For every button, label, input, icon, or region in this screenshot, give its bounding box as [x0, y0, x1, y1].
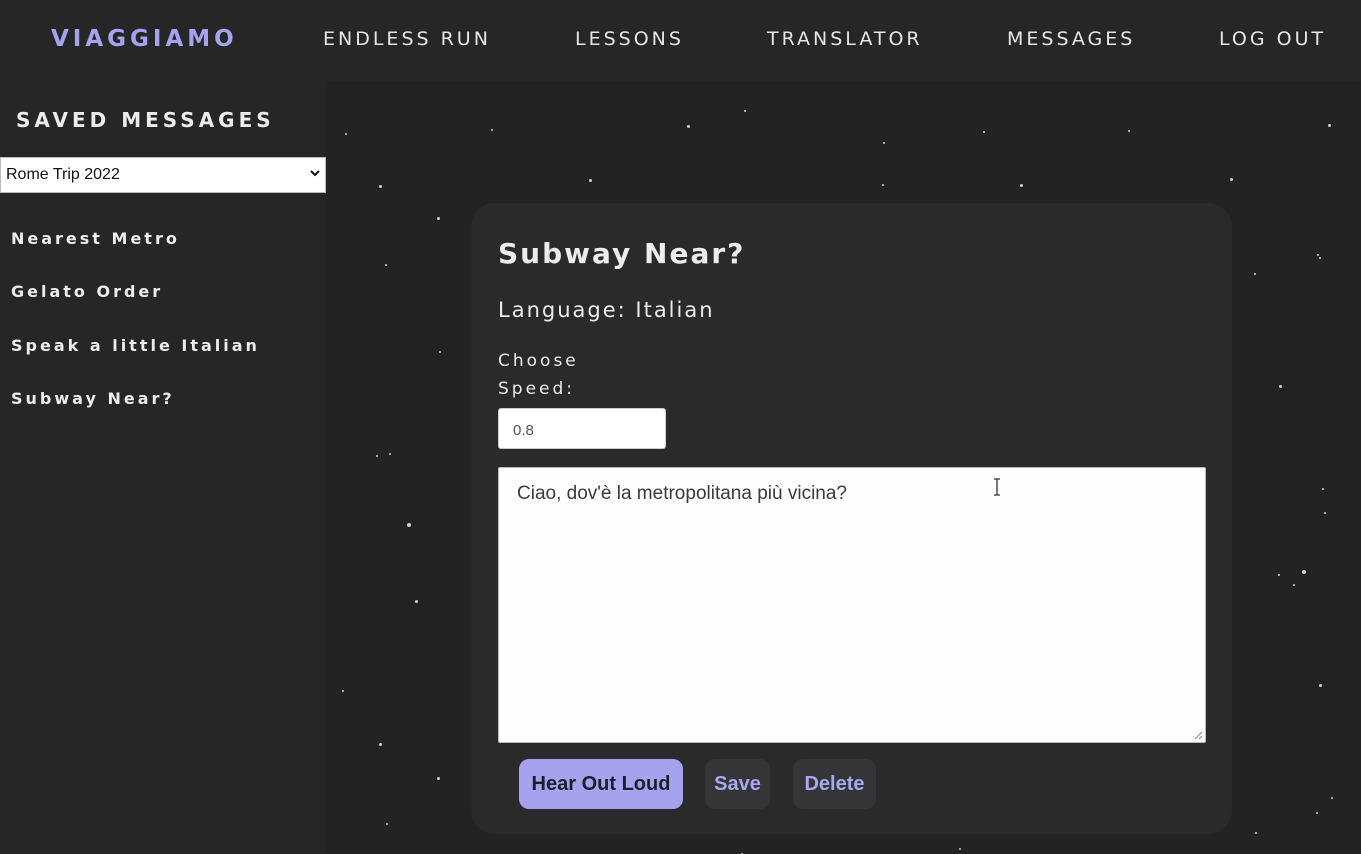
star-decoration	[415, 600, 418, 603]
nav-link-translator[interactable]: TRANSLATOR	[767, 28, 923, 50]
star-decoration	[379, 185, 382, 188]
resize-grip-icon[interactable]	[1193, 730, 1203, 740]
star-decoration	[1319, 684, 1322, 687]
saved-message-item[interactable]: Nearest Metro	[11, 229, 180, 248]
star-decoration	[883, 142, 885, 144]
star-decoration	[1293, 584, 1295, 586]
star-decoration	[379, 743, 382, 746]
star-decoration	[342, 690, 344, 692]
star-decoration	[959, 848, 961, 850]
trip-select-value: Rome Trip 2022	[6, 166, 120, 183]
star-decoration	[1128, 130, 1130, 132]
text-cursor-icon	[994, 478, 1000, 496]
brand-logo[interactable]: VIAGGIAMO	[51, 26, 238, 52]
saved-messages-sidebar: SAVED MESSAGES Rome Trip 2022 Nearest Me…	[0, 81, 326, 854]
star-decoration	[1316, 812, 1318, 814]
star-decoration	[983, 131, 985, 133]
star-decoration	[385, 264, 387, 266]
star-decoration	[345, 133, 347, 135]
star-decoration	[437, 217, 440, 220]
language-label: Language: Italian	[498, 298, 715, 322]
hear-out-loud-button[interactable]: Hear Out Loud	[519, 759, 683, 809]
message-textarea[interactable]: Ciao, dov'è la metropolitana più vicina?	[498, 467, 1206, 743]
star-decoration	[1317, 254, 1319, 256]
delete-button[interactable]: Delete	[793, 759, 876, 809]
star-decoration	[439, 351, 441, 353]
message-title: Subway Near?	[498, 237, 746, 270]
saved-message-item[interactable]: Subway Near?	[11, 389, 175, 408]
star-decoration	[376, 455, 378, 457]
star-decoration	[1255, 832, 1257, 834]
trip-select[interactable]: Rome Trip 2022	[0, 157, 326, 193]
nav-link-lessons[interactable]: LESSONS	[575, 28, 684, 50]
star-decoration	[1328, 124, 1331, 127]
speed-input[interactable]: 0.8	[498, 408, 666, 449]
star-decoration	[1324, 512, 1326, 514]
saved-message-item[interactable]: Speak a little Italian	[11, 336, 260, 355]
nav-link-messages[interactable]: MESSAGES	[1007, 28, 1135, 50]
nav-link-log-out[interactable]: LOG OUT	[1219, 28, 1326, 50]
star-decoration	[1230, 178, 1233, 181]
message-text: Ciao, dov'è la metropolitana più vicina?	[517, 483, 847, 504]
save-button[interactable]: Save	[705, 759, 770, 809]
speed-label: Choose Speed:	[498, 351, 579, 399]
star-decoration	[386, 823, 388, 825]
star-decoration	[491, 129, 493, 131]
star-decoration	[1322, 488, 1324, 490]
top-navigation: VIAGGIAMO ENDLESS RUN LESSONS TRANSLATOR…	[0, 0, 1361, 81]
star-decoration	[1254, 273, 1256, 275]
star-decoration	[1319, 257, 1321, 259]
star-decoration	[1020, 184, 1023, 187]
star-decoration	[744, 110, 746, 112]
main-content: Subway Near? Language: Italian Choose Sp…	[326, 81, 1361, 854]
star-decoration	[407, 523, 411, 527]
star-decoration	[1278, 574, 1280, 576]
star-decoration	[1279, 385, 1282, 388]
nav-link-endless-run[interactable]: ENDLESS RUN	[323, 28, 491, 50]
star-decoration	[437, 777, 440, 780]
star-decoration	[1302, 570, 1306, 574]
star-decoration	[589, 179, 592, 182]
star-decoration	[1331, 797, 1333, 799]
star-decoration	[882, 184, 884, 186]
star-decoration	[687, 125, 690, 128]
star-decoration	[389, 453, 391, 455]
saved-message-item[interactable]: Gelato Order	[11, 282, 163, 301]
message-card: Subway Near? Language: Italian Choose Sp…	[471, 203, 1232, 834]
sidebar-title: SAVED MESSAGES	[16, 108, 275, 132]
chevron-down-icon	[310, 170, 320, 177]
